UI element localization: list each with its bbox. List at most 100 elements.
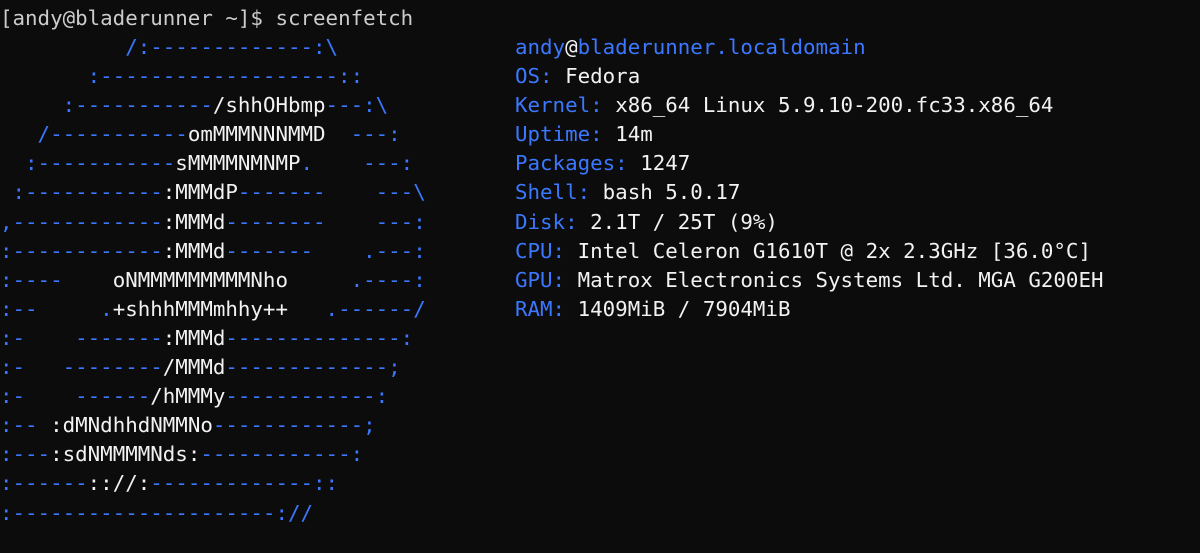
logo-line: :---------------------:// (0, 499, 426, 528)
logo-segment: ------------: (225, 384, 389, 409)
logo-segment: ,------------ (0, 209, 163, 234)
info-row: GPU: Matrox Electronics Systems Ltd. MGA… (515, 266, 1104, 295)
system-info-panel: andy@bladerunner.localdomain OS: Fedora K… (515, 33, 1104, 324)
logo-line: :-----------/shhOHbmp---:\ (0, 91, 426, 120)
logo-segment: :-------------------:: (0, 64, 364, 89)
info-label: GPU: (515, 267, 566, 292)
logo-segment: :----------- (0, 180, 163, 205)
logo-segment: :dMNdhhdNMMNo (50, 413, 213, 438)
logo-segment: :sdNMMMMNds: (50, 442, 201, 467)
logo-segment: :- ------- (0, 325, 163, 350)
logo-segment: ------- ---\ (237, 180, 426, 205)
logo-segment: ------------; (212, 413, 376, 438)
info-value: Fedora (565, 64, 641, 89)
logo-segment: -------------:: (150, 471, 339, 496)
logo-segment: :-- (0, 413, 51, 438)
logo-segment: /----------- (0, 122, 188, 147)
logo-segment: +shhhMMMmhhy++ (112, 296, 288, 321)
info-rows: OS: Fedora Kernel: x86_64 Linux 5.9.10-20… (515, 62, 1104, 324)
info-host: bladerunner.localdomain (577, 35, 866, 59)
command-text: screenfetch (275, 6, 414, 30)
info-label: Uptime: (515, 122, 603, 147)
logo-segment: . ---: (300, 151, 414, 176)
logo-line: :---- oNMMMMMMMMMNho .----: (0, 266, 426, 295)
logo-segment: :----------- (0, 151, 176, 176)
logo-segment: :MMMd (162, 209, 226, 234)
info-label: OS: (515, 64, 553, 89)
info-row: Disk: 2.1T / 25T (9%) (515, 208, 1104, 237)
logo-segment: :MMMd (162, 238, 226, 263)
logo-segment: /:-------------:\ (0, 35, 339, 59)
logo-segment: ------------: (200, 442, 364, 467)
info-header: andy@bladerunner.localdomain (515, 33, 1104, 62)
logo-segment: :------------ (0, 238, 163, 263)
logo-segment: /MMMd (162, 355, 226, 380)
logo-line: :-- :dMNdhhdNMMNo------------; (0, 411, 426, 440)
logo-segment: :--- (0, 442, 51, 467)
logo-segment: :- ------ (0, 384, 151, 409)
info-at: @ (565, 35, 578, 59)
terminal-window[interactable]: [andy@bladerunner ~]$ screenfetch /:----… (0, 0, 1200, 553)
logo-segment: :---------------------:// (0, 500, 314, 525)
info-row: OS: Fedora (515, 62, 1104, 91)
prompt: [andy@bladerunner ~]$ (0, 6, 263, 30)
info-row: CPU: Intel Celeron G1610T @ 2x 2.3GHz [3… (515, 237, 1104, 266)
info-value: 1247 (640, 151, 691, 176)
logo-segment: :----------- (0, 93, 213, 118)
logo-line: :-- .+shhhMMMmhhy++ .------/ (0, 295, 426, 324)
logo-segment: /hMMMy (150, 384, 226, 409)
logo-line: :- -------:MMMd--------------: (0, 324, 426, 353)
info-user: andy (515, 35, 566, 59)
logo-segment: :MMMd (162, 325, 226, 350)
logo-line: :------------:MMMd------- .---: (0, 237, 426, 266)
logo-line: :------:://:-------------:: (0, 469, 426, 498)
info-value: 2.1T / 25T (9%) (590, 209, 778, 234)
info-value: 1409MiB / 7904MiB (577, 296, 791, 321)
logo-line: :- --------/MMMd-------------; (0, 353, 426, 382)
info-value: Intel Celeron G1610T @ 2x 2.3GHz [36.0°C… (577, 238, 1091, 263)
command-line: [andy@bladerunner ~]$ screenfetch (0, 4, 413, 33)
info-label: Disk: (515, 209, 578, 234)
info-row: Packages: 1247 (515, 149, 1104, 178)
logo-line: /:-------------:\ (0, 33, 426, 62)
logo-segment: ---: (325, 122, 401, 147)
logo-segment: .------/ (287, 296, 426, 321)
logo-segment: /shhOHbmp (212, 93, 326, 118)
logo-segment: .----: (287, 267, 426, 292)
logo-line: /-----------omMMMNNNMMD ---: (0, 120, 426, 149)
info-label: Shell: (515, 180, 591, 205)
logo-segment: :://: (87, 471, 151, 496)
info-value: bash 5.0.17 (602, 180, 741, 205)
logo-line: :-----------:MMMdP------- ---\ (0, 178, 426, 207)
info-row: RAM: 1409MiB / 7904MiB (515, 295, 1104, 324)
info-row: Shell: bash 5.0.17 (515, 178, 1104, 207)
logo-segment: :- -------- (0, 355, 163, 380)
info-label: CPU: (515, 238, 566, 263)
logo-segment: sMMMMNMNMP (175, 151, 301, 176)
logo-segment: ------- .---: (225, 238, 426, 263)
logo-segment: :MMMdP (162, 180, 238, 205)
logo-segment: -------------; (225, 355, 401, 380)
info-label: Kernel: (515, 93, 603, 118)
fedora-ascii-logo: /:-------------:\ :-------------------::… (0, 33, 426, 528)
info-row: Uptime: 14m (515, 120, 1104, 149)
info-value: 14m (615, 122, 653, 147)
info-value: x86_64 Linux 5.9.10-200.fc33.x86_64 (615, 93, 1054, 118)
info-label: RAM: (515, 296, 566, 321)
logo-segment: omMMMNNNMMD (187, 122, 326, 147)
logo-segment: -------- ---: (225, 209, 426, 234)
logo-segment: --------------: (225, 325, 414, 350)
info-value: Matrox Electronics Systems Ltd. MGA G200… (577, 267, 1104, 292)
logo-line: :---:sdNMMMMNds:------------: (0, 440, 426, 469)
logo-segment: ---:\ (325, 93, 389, 118)
info-row: Kernel: x86_64 Linux 5.9.10-200.fc33.x86… (515, 91, 1104, 120)
logo-segment: oNMMMMMMMMMNho (112, 267, 288, 292)
logo-line: ,------------:MMMd-------- ---: (0, 208, 426, 237)
logo-line: :- ------/hMMMy------------: (0, 382, 426, 411)
logo-segment: :------ (0, 471, 88, 496)
logo-segment: :-- . (0, 296, 113, 321)
logo-line: :-------------------:: (0, 62, 426, 91)
info-label: Packages: (515, 151, 628, 176)
logo-segment: :---- (0, 267, 113, 292)
logo-line: :-----------sMMMMNMNMP. ---: (0, 149, 426, 178)
